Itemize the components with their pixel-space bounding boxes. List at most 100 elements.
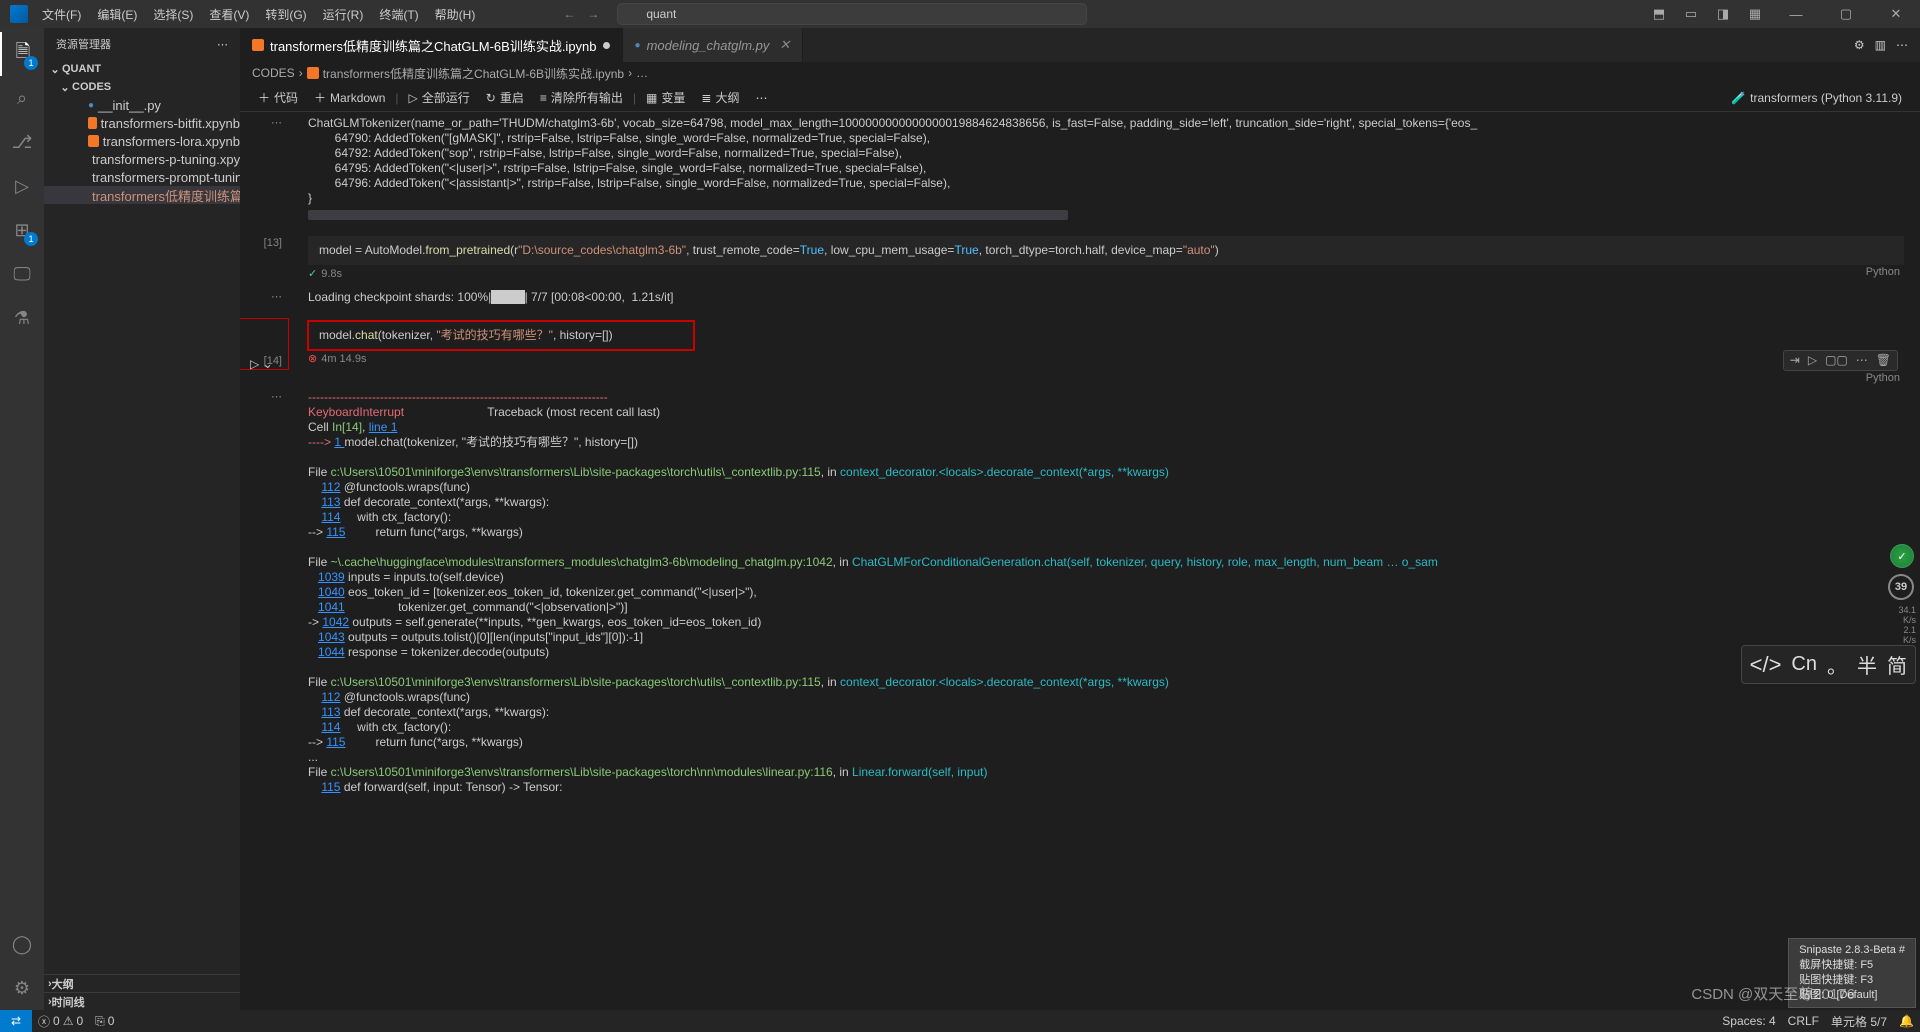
timeline-section[interactable]: ›时间线 — [44, 992, 240, 1010]
tab-notebook[interactable]: transformers低精度训练篇之ChatGLM-6B训练实战.ipynb — [240, 28, 623, 62]
breadcrumb[interactable]: CODES › transformers低精度训练篇之ChatGLM-6B训练实… — [240, 62, 1920, 84]
account-icon[interactable]: ◯ — [0, 922, 44, 966]
editor: transformers低精度训练篇之ChatGLM-6B训练实战.ipynb … — [240, 28, 1920, 1010]
exec-count: [13] — [264, 236, 282, 251]
code-input[interactable]: model.chat(tokenizer, "考试的技巧有哪些？", histo… — [308, 321, 694, 350]
window-minimize[interactable]: — — [1776, 0, 1816, 28]
notification-bell-icon[interactable]: 🔔 — [1893, 1010, 1920, 1032]
nav-back-icon[interactable]: ← — [563, 7, 575, 21]
cell-13: [13] model = AutoModel.from_pretrained(r… — [240, 232, 1920, 286]
more-icon[interactable]: ⋯ — [749, 87, 773, 109]
clear-outputs[interactable]: ≡ 清除所有输出 — [534, 87, 629, 109]
tab-bar: transformers低精度训练篇之ChatGLM-6B训练实战.ipynb … — [240, 28, 1920, 62]
run-cell-icon[interactable]: ▷ ⌄ — [250, 357, 273, 372]
python-icon: ● — [635, 40, 641, 51]
more-icon[interactable]: ⋯ — [1896, 38, 1908, 52]
file-init-py[interactable]: ●__init__.py — [44, 96, 240, 114]
split-icon[interactable]: ▢▢ — [1825, 353, 1848, 368]
window-maximize[interactable]: ▢ — [1826, 0, 1866, 28]
notebook-icon — [252, 39, 264, 51]
menu-goto[interactable]: 转到(G) — [257, 0, 314, 28]
menu-terminal[interactable]: 终端(T) — [371, 0, 426, 28]
cell-output: ⋯ ChatGLMTokenizer(name_or_path='THUDM/c… — [240, 112, 1920, 224]
python-icon: ● — [88, 100, 94, 111]
notebook-body[interactable]: ⋯ ChatGLMTokenizer(name_or_path='THUDM/c… — [240, 112, 1920, 1010]
menu-file[interactable]: 文件(F) — [34, 0, 89, 28]
more-icon[interactable]: ⋯ — [1856, 353, 1868, 368]
kernel-picker[interactable]: 🧪 transformers (Python 3.11.9) — [1725, 87, 1908, 109]
cell-14-traceback: ⋯ --------------------------------------… — [240, 386, 1920, 799]
run-all[interactable]: ▷ 全部运行 — [403, 87, 476, 109]
testing-icon[interactable]: ⚗ — [0, 296, 44, 340]
outline-section[interactable]: ›大纲 — [44, 974, 240, 992]
menu-help[interactable]: 帮助(H) — [427, 0, 484, 28]
cell-14: [14] model.chat(tokenizer, "考试的技巧有哪些？", … — [240, 317, 710, 371]
folder-codes[interactable]: ⌄CODES — [44, 78, 240, 96]
spaces-indicator[interactable]: Spaces: 4 — [1716, 1010, 1781, 1032]
menu-view[interactable]: 查看(V) — [201, 0, 257, 28]
window-close[interactable]: ✕ — [1876, 0, 1916, 28]
output-text: ChatGLMTokenizer(name_or_path='THUDM/cha… — [308, 116, 1904, 206]
restart-kernel[interactable]: ↻ 重启 — [480, 87, 530, 109]
ports[interactable]: ⎘ 0 — [89, 1010, 120, 1032]
collapse-icon[interactable]: ⋯ — [271, 390, 282, 405]
check-icon: ✓ — [308, 267, 317, 282]
delete-icon[interactable]: 🗑 — [1876, 353, 1891, 368]
add-code-cell[interactable]: ＋ 代码 — [252, 87, 304, 109]
cell-13-output: ⋯ Loading checkpoint shards: 100%| | 7/7… — [240, 286, 1920, 309]
hscrollbar[interactable] — [308, 210, 1068, 220]
layout-right-icon[interactable]: ◨ — [1712, 3, 1734, 25]
cell-lang[interactable]: Python — [240, 371, 1920, 386]
file-lora[interactable]: transformers-lora.xpynb — [44, 132, 240, 150]
search-icon[interactable]: ⌕ — [0, 76, 44, 120]
file-p-tuning[interactable]: transformers-p-tuning.xpynb — [44, 150, 240, 168]
error-icon: ⊗ — [308, 352, 317, 367]
folder-root[interactable]: ⌄QUANT — [44, 60, 240, 78]
close-icon[interactable]: ✕ — [779, 37, 790, 53]
run-debug-icon[interactable]: ▷ — [0, 164, 44, 208]
outline-panel[interactable]: ≣ 大纲 — [695, 87, 745, 109]
collapse-icon[interactable]: ⋯ — [271, 116, 282, 131]
chevron-down-icon: ⌄ — [58, 81, 72, 94]
sidebar-more-icon[interactable]: ⋯ — [217, 38, 228, 51]
exec-time: 9.8s — [321, 267, 342, 282]
tab-modeling[interactable]: ● modeling_chatglm.py✕ — [623, 28, 804, 62]
menu-run[interactable]: 运行(R) — [315, 0, 372, 28]
command-search[interactable] — [617, 3, 1087, 25]
settings-icon[interactable]: ⚙ — [0, 966, 44, 1010]
cell-lang[interactable]: Python — [1866, 265, 1904, 282]
file-bitfit[interactable]: transformers-bitfit.xpynb — [44, 114, 240, 132]
cell-indicator[interactable]: 单元格 5/7 — [1825, 1010, 1893, 1032]
status-bar: ⇄ ⓧ 0 ⚠ 0 ⎘ 0 Spaces: 4 CRLF 单元格 5/7 🔔 — [0, 1010, 1920, 1032]
file-chatglm[interactable]: transformers低精度训练篇之ChatG… — [44, 186, 240, 204]
layout-left-icon[interactable]: ⬒ — [1648, 3, 1670, 25]
run-by-line-icon[interactable]: ⇥ — [1790, 353, 1800, 368]
notebook-toolbar: ＋ 代码 ＋ Markdown | ▷ 全部运行 ↻ 重启 ≡ 清除所有输出 |… — [240, 84, 1920, 112]
add-md-cell[interactable]: ＋ Markdown — [308, 87, 391, 109]
file-prompt-tuning[interactable]: transformers-prompt-tuning.xpynb — [44, 168, 240, 186]
remote-indicator[interactable]: ⇄ — [0, 1010, 32, 1032]
code-input[interactable]: model = AutoModel.from_pretrained(r"D:\s… — [308, 236, 1904, 265]
remote-icon[interactable]: 🖵 — [0, 252, 44, 296]
split-editor-icon[interactable]: ▥ — [1875, 38, 1886, 52]
sidebar-title: 资源管理器 — [56, 36, 111, 52]
menu-select[interactable]: 选择(S) — [145, 0, 201, 28]
collapse-icon[interactable]: ⋯ — [271, 290, 282, 305]
vscode-logo-icon — [10, 5, 28, 23]
traceback-output: ----------------------------------------… — [288, 388, 1904, 797]
layout-bottom-icon[interactable]: ▭ — [1680, 3, 1702, 25]
layout-customize-icon[interactable]: ▦ — [1744, 3, 1766, 25]
explorer-icon[interactable]: 🗎1 — [0, 32, 44, 76]
gear-icon[interactable]: ⚙ — [1854, 38, 1865, 52]
search-input[interactable] — [617, 3, 1087, 25]
problems[interactable]: ⓧ 0 ⚠ 0 — [32, 1010, 89, 1032]
scm-icon[interactable]: ⎇ — [0, 120, 44, 164]
cell-action-bar: ⇥ ▷ ▢▢ ⋯ 🗑 — [1783, 350, 1898, 371]
extensions-icon[interactable]: ⊞1 — [0, 208, 44, 252]
eol-indicator[interactable]: CRLF — [1782, 1010, 1825, 1032]
vars-panel[interactable]: ▦ 变量 — [640, 87, 691, 109]
run-cell-icon[interactable]: ▷ — [1808, 353, 1817, 368]
modified-dot-icon — [603, 42, 610, 49]
nav-forward-icon[interactable]: → — [587, 7, 599, 21]
menu-edit[interactable]: 编辑(E) — [89, 0, 145, 28]
